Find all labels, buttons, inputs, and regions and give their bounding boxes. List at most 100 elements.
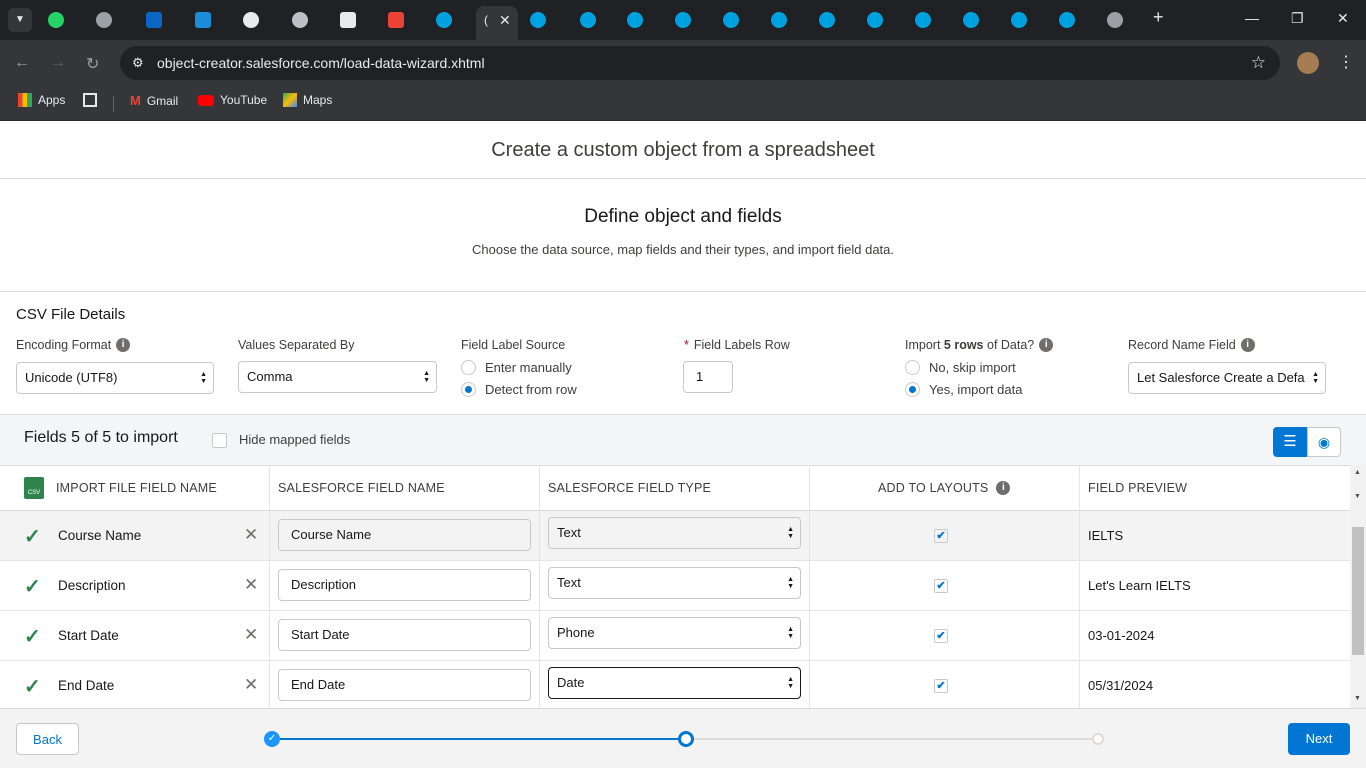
reload-icon[interactable]: ↻ [86,54,99,74]
add-to-layouts-checkbox[interactable]: ✔ [934,629,948,643]
info-icon[interactable]: i [116,338,131,352]
scroll-down-icon[interactable]: ▼ [1354,695,1361,702]
separator-label: Values Separated By [238,338,355,352]
bookmark-youtube[interactable]: YouTube [198,93,267,107]
tab-gmail[interactable] [388,8,404,32]
field-type-select[interactable]: Text ▲ ▼ [548,517,801,549]
tab-is[interactable] [195,8,211,32]
tab-salesforce-9[interactable] [867,8,883,32]
encoding-select[interactable]: Unicode (UTF8) ▲ ▼ [16,362,214,394]
step-next-indicator[interactable] [1092,733,1104,745]
tab-salesforce-5[interactable] [675,8,691,32]
profile-avatar[interactable] [1297,52,1319,74]
radio-detect-from-row[interactable]: Detect from row [461,378,577,400]
tab-salesforce-11[interactable] [963,8,979,32]
bookmark-maps[interactable]: Maps [283,93,332,107]
radio-button-selected[interactable] [461,381,476,397]
scroll-thumb[interactable] [1352,527,1364,655]
field-type-select[interactable]: Phone ▲ ▼ [548,617,801,649]
remove-mapping-icon[interactable]: ✕ [244,675,258,695]
list-view-icon[interactable]: ☰ [1273,427,1307,457]
radio-button-selected[interactable] [905,381,920,397]
tab-salesforce-2[interactable] [530,8,546,32]
tab-salesforce-8[interactable] [819,8,835,32]
info-icon[interactable]: i [1240,338,1255,352]
tab-salesforce-3[interactable] [580,8,596,32]
address-bar[interactable]: ⚙ object-creator.salesforce.com/load-dat… [120,46,1280,80]
remove-mapping-icon[interactable]: ✕ [244,525,258,545]
preview-eye-icon[interactable]: ◉ [1307,427,1341,457]
bookmark-apps[interactable]: Apps [18,93,65,107]
table-scrollbar[interactable]: ▲ ▼ ▼ [1350,465,1366,708]
select-arrows-icon: ▲ ▼ [787,626,794,640]
col-salesforce-field-type: SALESFORCE FIELD TYPE [548,480,712,495]
salesforce-field-name-input[interactable]: Course Name [278,519,531,551]
radio-enter-manually[interactable]: Enter manually [461,356,577,378]
salesforce-field-name-input[interactable]: End Date [278,669,531,701]
salesforce-icon [867,12,883,28]
tab-web[interactable] [96,8,112,32]
hide-mapped-checkbox[interactable] [212,433,227,448]
tab-linkedin[interactable] [146,8,162,32]
info-icon[interactable]: i [1039,338,1054,352]
step-complete-icon[interactable]: ✓ [264,731,280,747]
tab-salesforce-13[interactable] [1059,8,1075,32]
tab-notion[interactable] [340,8,356,32]
close-window-icon[interactable]: ✕ [1337,10,1349,27]
tab-salesforce-4[interactable] [627,8,643,32]
labels-row-input[interactable]: 1 [683,361,733,393]
tab-search-button[interactable]: ▼ [8,8,32,32]
site-info-icon[interactable]: ⚙ [132,55,144,71]
select-arrows-icon: ▲ ▼ [200,371,207,385]
tab-chatgpt[interactable] [292,8,308,32]
field-preview-value: Let's Learn IELTS [1088,578,1191,593]
record-name-select[interactable]: Let Salesforce Create a Defa ▲ ▼ [1128,362,1326,394]
scroll-up-icon[interactable]: ▲ [1354,469,1361,476]
tab-salesforce-active[interactable]: (✕ [484,8,511,32]
forward-arrow-icon[interactable]: → [50,54,66,72]
bookmark-grid[interactable] [83,93,97,107]
field-type-select[interactable]: Text ▲ ▼ [548,567,801,599]
csv-file-details: CSV File Details Encoding Format i Unicod… [0,292,1366,415]
info-icon[interactable]: i [996,480,1011,495]
scroll-up-icon[interactable]: ▼ [1354,493,1361,500]
menu-kebab-icon[interactable]: ⋮ [1338,52,1354,72]
bookmark-gmail[interactable]: M Gmail [130,93,178,108]
remove-mapping-icon[interactable]: ✕ [244,625,258,645]
remove-mapping-icon[interactable]: ✕ [244,575,258,595]
radio-button[interactable] [905,359,920,375]
fields-table: CSV IMPORT FILE FIELD NAME SALESFORCE FI… [0,465,1350,708]
separator-select[interactable]: Comma ▲ ▼ [238,361,437,393]
add-to-layouts-checkbox[interactable]: ✔ [934,579,948,593]
tab-salesforce-10[interactable] [915,8,931,32]
step-current-indicator[interactable] [678,731,694,747]
next-button[interactable]: Next [1288,723,1350,755]
radio-skip-import[interactable]: No, skip import [905,356,1053,378]
import-label: Import 5 rows of Data? [905,338,1035,352]
back-button[interactable]: Back [16,723,79,755]
tab-whatsapp[interactable] [48,8,64,32]
tab-web-2[interactable] [1107,8,1123,32]
url-text[interactable]: object-creator.salesforce.com/load-data-… [157,55,485,71]
tab-salesforce-6[interactable] [723,8,739,32]
bookmark-star-icon[interactable]: ☆ [1251,53,1266,73]
radio-button[interactable] [461,359,476,375]
tab-github[interactable] [243,8,259,32]
new-tab-icon[interactable]: + [1153,7,1164,28]
salesforce-field-name-input[interactable]: Description [278,569,531,601]
add-to-layouts-checkbox[interactable]: ✔ [934,529,948,543]
tab-salesforce-12[interactable] [1011,8,1027,32]
field-type-select[interactable]: Date ▲ ▼ [548,667,801,699]
minimize-icon[interactable]: — [1245,10,1259,26]
back-arrow-icon[interactable]: ← [14,54,30,72]
close-tab-icon[interactable]: ✕ [499,12,511,29]
restore-icon[interactable]: ❐ [1291,10,1304,27]
tab-salesforce-7[interactable] [771,8,787,32]
radio-import-data[interactable]: Yes, import data [905,378,1053,400]
tab-salesforce-1[interactable] [436,8,452,32]
salesforce-field-name-input[interactable]: Start Date [278,619,531,651]
add-to-layouts-checkbox[interactable]: ✔ [934,679,948,693]
salesforce-icon [580,12,596,28]
hide-mapped-label: Hide mapped fields [239,432,351,447]
linkedin-icon [146,12,162,28]
